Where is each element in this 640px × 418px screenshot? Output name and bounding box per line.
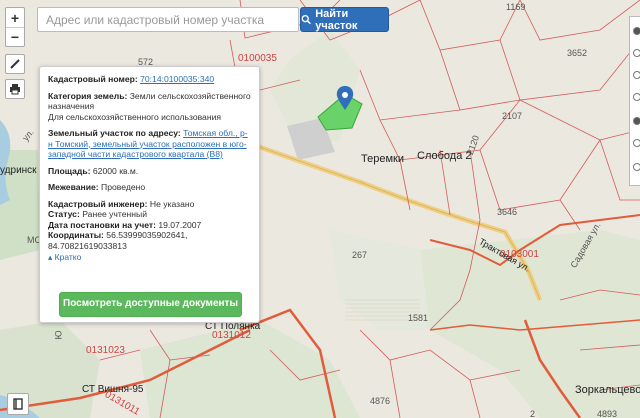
printer-icon [10,84,20,95]
layer-radio[interactable] [633,117,640,125]
engineer-value: Не указано [149,198,195,209]
layer-radio[interactable] [633,93,640,101]
area-label: Площадь: [48,165,91,176]
map-label: 1581 [408,313,429,323]
zoom-control: + − [5,7,25,47]
map-label-sloboda: Слобода 2 [417,150,472,162]
land-category-label: Категория земель: [48,90,128,101]
map-label: 2 [530,409,536,418]
layer-radio[interactable] [633,71,640,79]
map-label: 3646 [497,207,518,217]
map-label: 3652 [567,48,588,58]
coords-label: Координаты: [48,230,104,240]
find-plot-button[interactable]: Найти участок [300,7,389,32]
layer-radio[interactable] [633,49,640,57]
bookmark-button[interactable] [7,393,29,415]
print-button[interactable] [5,79,25,99]
measure-button[interactable] [5,54,25,74]
map-label: 0131023 [86,345,125,356]
plot-info-popup: Кадастровый номер: 70:14:0100035:340 Кат… [39,66,260,323]
registered-value: 19.07.2007 [158,219,202,230]
cadastral-number-link[interactable]: 70:14:0100035:340 [140,74,214,84]
zoom-out-button[interactable]: − [6,27,24,46]
zoom-in-button[interactable]: + [6,8,24,27]
permitted-use-value: Для сельскохозяйственного использования [48,111,222,122]
map-label: 4876 [370,396,391,406]
layer-radio[interactable] [633,139,640,147]
engineer-label: Кадастровый инженер: [48,198,148,209]
chevron-up-icon: ▴ [48,252,53,262]
cadastral-number-label: Кадастровый номер: [48,74,138,84]
status-label: Статус: [48,209,80,219]
survey-value: Проведено [101,182,146,192]
survey-label: Межевание: [48,182,99,192]
map-label: удринск [0,165,37,176]
collapse-link[interactable]: ▴ Кратко [48,252,251,263]
map-label: Ю [53,330,64,340]
book-icon [13,398,23,410]
address-label: Земельный участок по адресу: [48,128,181,138]
search-input[interactable] [38,8,298,31]
layer-panel[interactable] [629,16,640,186]
view-documents-button[interactable]: Посмотреть доступные документы [59,292,242,317]
layer-radio[interactable] [633,27,640,35]
map-label: 0100035 [238,53,277,64]
collapse-label: Кратко [54,252,82,262]
map-label: 2107 [502,111,523,121]
map-label: 267 [352,250,368,260]
search-box [37,7,299,32]
layer-radio[interactable] [633,163,640,171]
area-value: 62000 кв.м. [92,165,139,176]
registered-label: Дата постановки на учет: [48,219,156,230]
map-label-teremki: Теремки [361,153,404,165]
ruler-icon [10,59,20,69]
map-label: 4893 [597,409,618,418]
find-plot-label: Найти участок [315,7,358,32]
map-label-zorkaltsevo: Зоркальцево [575,384,640,396]
search-icon [301,14,311,25]
map-label: 1169 [506,2,526,12]
status-value: Ранее учтенный [82,209,147,219]
map-label: 0131012 [212,330,251,341]
